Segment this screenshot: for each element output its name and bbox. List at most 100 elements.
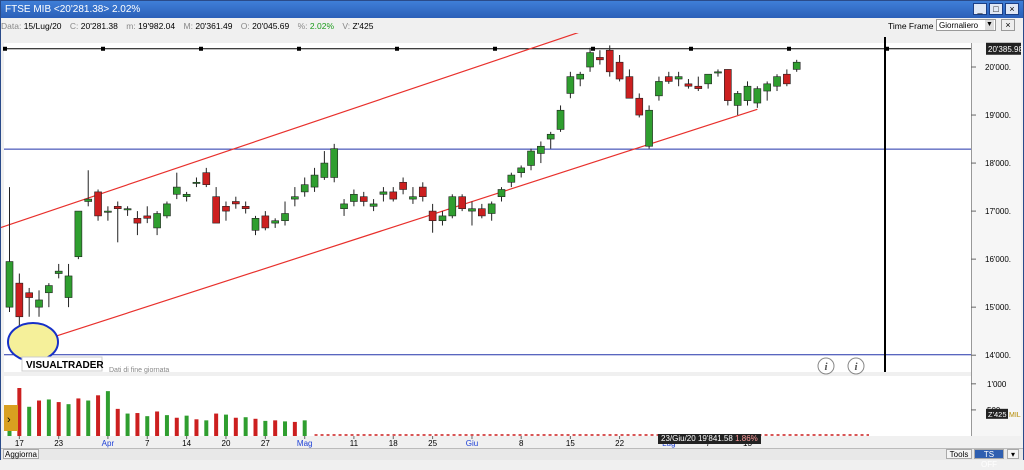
candle[interactable] [74, 210, 83, 260]
volume-bar[interactable] [283, 421, 288, 436]
candle-body [202, 172, 211, 185]
status-bar: Aggiorna Tools TS OFF ▾ [1, 448, 1023, 469]
candle[interactable] [645, 105, 653, 149]
x-tick-label: Apr [102, 439, 115, 448]
volume-bar[interactable] [194, 419, 199, 436]
info-icon-2[interactable]: i [847, 357, 865, 375]
status-menu-icon[interactable]: ▾ [1007, 449, 1019, 459]
open-value: 20'045.69 [252, 21, 290, 31]
window-title: FTSE MIB <20'281.38> 2.02% [5, 4, 141, 15]
candle-body [143, 215, 152, 219]
volume-bar[interactable] [115, 408, 120, 436]
volume-bar[interactable] [253, 418, 258, 436]
candle[interactable] [724, 69, 732, 106]
timeframe-select[interactable]: Giornaliero ▼ [936, 19, 996, 31]
volume-bar[interactable] [273, 420, 278, 436]
candle[interactable] [94, 189, 102, 221]
volume-bar[interactable] [76, 398, 81, 436]
volume-bar[interactable] [105, 391, 110, 436]
candle-body [15, 282, 24, 318]
minimize-button[interactable]: _ [973, 3, 987, 15]
y-tick-label: 16'000. [985, 255, 1011, 264]
candle-body [763, 83, 771, 92]
date-label: Data: [1, 21, 22, 31]
maximize-button[interactable]: □ [989, 3, 1003, 15]
volume-bar[interactable] [174, 417, 179, 436]
volume-bar[interactable] [66, 404, 71, 436]
candle[interactable] [448, 194, 457, 219]
line-handle[interactable] [591, 46, 595, 51]
x-tick-label: 18 [389, 439, 398, 448]
price-panel-bg [4, 43, 971, 372]
candle-body [300, 184, 309, 193]
candle-body [330, 148, 339, 178]
candle-body [399, 181, 407, 190]
candle[interactable] [330, 143, 339, 183]
volume-bar[interactable] [46, 399, 51, 436]
volume-bar[interactable] [204, 420, 209, 436]
candle[interactable] [163, 201, 171, 219]
open-label: O: [240, 21, 250, 31]
line-handle[interactable] [493, 46, 497, 51]
volume-bar[interactable] [302, 420, 307, 436]
candle-body [251, 218, 260, 231]
x-tick-label: 11 [350, 439, 359, 448]
close-button[interactable]: × [1005, 3, 1019, 15]
volume-bar[interactable] [145, 416, 150, 436]
volume-bar[interactable] [292, 421, 297, 436]
volume-bar[interactable] [27, 406, 32, 436]
candle-body [724, 69, 732, 101]
candle-body [35, 299, 43, 308]
volume-bar[interactable] [214, 413, 219, 436]
timeframe-value: Giornaliero [939, 21, 979, 30]
candle-body [783, 73, 791, 85]
chart-area: 14'000. 15'000. 16'000. 17'000. 18'000. 19'00… [1, 33, 1023, 448]
line-handle[interactable] [787, 46, 791, 51]
candle-body [241, 205, 250, 210]
volume-bar[interactable] [86, 400, 91, 436]
volume-value: Z'425 [352, 21, 374, 31]
volume-bar[interactable] [125, 413, 130, 436]
x-tick-label: 15 [566, 439, 575, 448]
chevron-down-icon[interactable]: ▼ [985, 20, 994, 30]
candle-body [615, 61, 624, 80]
candle-body [64, 275, 73, 298]
data-note: Dati di fine giornata [109, 367, 169, 374]
volume-bar[interactable] [184, 415, 189, 436]
pct-label: %: [297, 21, 308, 31]
candle-body [359, 196, 368, 202]
volume-bar[interactable] [164, 415, 169, 436]
ts-off-button[interactable]: TS OFF [974, 449, 1004, 469]
line-handle[interactable] [689, 46, 693, 51]
tools-button[interactable]: Tools [946, 449, 972, 459]
info-icon[interactable]: i [817, 357, 835, 375]
candle-body [546, 133, 555, 140]
line-handle[interactable] [3, 46, 7, 51]
candle-body [586, 52, 594, 68]
line-handle[interactable] [395, 46, 399, 51]
candle-body [596, 57, 604, 61]
candle-body [261, 215, 270, 229]
volume-bar[interactable] [135, 413, 140, 436]
update-button[interactable]: Aggiorna [3, 449, 39, 459]
volume-bar[interactable] [233, 417, 238, 436]
timeframe-close-button[interactable]: × [1001, 19, 1015, 31]
candle-body [310, 174, 319, 188]
volume-bar[interactable] [37, 400, 42, 436]
brand-logo: VISUALTRADER [26, 360, 104, 371]
candle[interactable] [605, 45, 614, 77]
chart-window: FTSE MIB <20'281.38> 2.02% _ □ × Data: 1… [0, 0, 1024, 469]
volume-bar[interactable] [223, 414, 228, 436]
volume-bar[interactable] [263, 420, 268, 436]
window-titlebar: FTSE MIB <20'281.38> 2.02% _ □ × [1, 1, 1023, 18]
line-handle[interactable] [297, 46, 301, 51]
volume-bar[interactable] [155, 411, 160, 436]
candle[interactable] [458, 194, 466, 212]
volume-bar[interactable] [243, 417, 248, 436]
volume-bar[interactable] [96, 395, 101, 436]
line-handle[interactable] [199, 46, 203, 51]
volume-bar[interactable] [56, 402, 61, 436]
low-label: m: [126, 21, 136, 31]
line-handle[interactable] [101, 46, 105, 51]
volume-units-label: MIL [1009, 412, 1021, 419]
